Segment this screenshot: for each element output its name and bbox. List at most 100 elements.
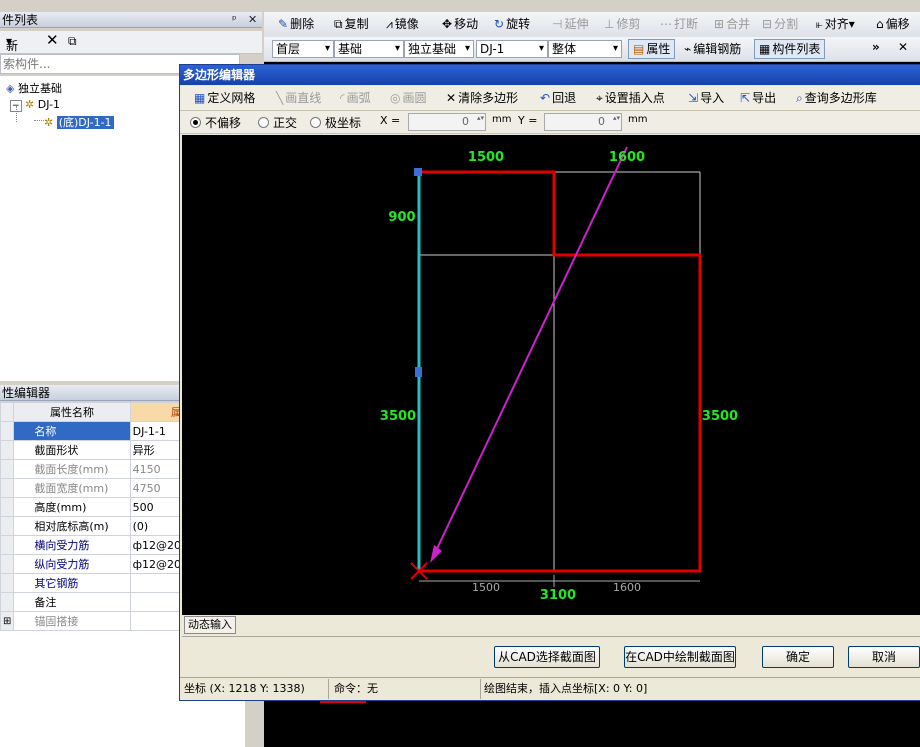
trim-button[interactable]: ⊥ 修剪 [604,15,640,32]
dim-bottom-right: 1600 [613,581,641,594]
polar-radio[interactable]: 极坐标 [310,114,361,131]
new-button[interactable]: 新建▾ [6,34,18,70]
x-label: X = [380,114,401,127]
property-name: 名称 [13,421,131,441]
vertex-handle-top[interactable] [414,168,422,176]
dim-left-top: 900 [388,210,415,225]
component-list-header: 件列表 ᵖ ✕ [0,12,262,28]
status-command: 命令：无 [334,682,378,695]
component-icon: ✲ [25,98,35,111]
property-name: 横向受力筋 [13,535,131,555]
component-select[interactable]: DJ-1 [476,40,548,58]
tree-item-dj1-1[interactable]: ✲ (底)DJ-1-1 [44,114,114,130]
type-select[interactable]: 独立基础 [404,40,474,58]
prop-header-name: 属性名称 [13,402,131,422]
ok-button[interactable]: 确定 [762,646,834,668]
split-button[interactable]: ⊟ 分割 [762,15,798,32]
category-select[interactable]: 基础 [334,40,404,58]
y-unit: mm [628,114,648,125]
canvas-polygon-fragment [320,701,366,703]
rotate-button[interactable]: ↻ 旋转 [494,15,530,32]
delete-icon[interactable]: ✕ [46,31,59,49]
dim-bottom-left: 1500 [472,581,500,594]
polygon-outline[interactable] [419,170,702,573]
dim-left: 3500 [380,409,416,424]
clear-polygon-button[interactable]: ✕ 清除多边形 [446,89,518,106]
draw-line-button[interactable]: ╲ 画直线 [276,89,321,106]
edit-rebar-button[interactable]: ⌁ 编辑钢筋 [684,40,741,57]
component-list-button[interactable]: ▦ 构件列表 [754,39,826,59]
copy-button[interactable]: ⧉ 复制 [334,15,369,32]
extend-button[interactable]: ⊣ 延伸 [552,15,588,32]
close-icon[interactable]: ✕ [898,40,908,54]
break-button[interactable]: ⋯ 打断 [660,15,698,32]
property-name: 高度(mm) [13,497,131,517]
property-name: 截面宽度(mm) [13,478,131,498]
foundation-icon: ◈ [6,82,15,95]
draw-in-cad-button[interactable]: 在CAD中绘制截面图 [624,646,736,668]
delete-button[interactable]: ✎ 删除 [278,15,314,32]
draw-arc-button[interactable]: ◜ 画弧 [340,89,371,106]
status-message: 绘图结束，插入点坐标[X: 0 Y: 0] [484,682,648,695]
property-name: 纵向受力筋 [13,554,131,574]
property-name: 截面长度(mm) [13,459,131,479]
draw-circle-button[interactable]: ◎ 画圆 [390,89,427,106]
pin-icon[interactable]: ᵖ [232,12,237,28]
x-coordinate-input[interactable]: 0 [408,113,486,131]
floor-select[interactable]: 首层 [272,40,334,58]
undo-button[interactable]: ↶ 回退 [540,89,576,106]
dimension-lines [419,575,700,587]
arrow-head [430,545,442,563]
dim-right: 3500 [702,409,738,424]
property-name: 备注 [13,592,131,612]
import-button[interactable]: ⇲ 导入 [688,89,724,106]
polygon-canvas[interactable]: 1500 1600 900 3500 3500 3100 1500 1600 [182,135,920,615]
overflow-chevron-icon[interactable]: » [872,40,880,54]
edit-toolbar: ✎ 删除 ⧉ 复制 ⩘ 镜像 ✥ 移动 ↻ 旋转 ⊣ 延伸 ⊥ 修剪 ⋯ 打断 ⊞ 合并 ⊟ 分割 … [264,12,920,38]
edge-midpoint-handle[interactable] [415,367,422,377]
dim-top-right: 1600 [609,150,645,165]
dialog-title: 多边形编辑器 [180,65,920,85]
property-name: 相对底标高(m) [13,516,131,536]
component-list-toolbar: 新建▾ ✕ ⧉ [0,31,262,70]
polygon-drawing: 1500 1600 900 3500 3500 3100 1500 1600 [380,146,738,603]
x-unit: mm [492,114,512,125]
property-editor-title: 性编辑器 [2,386,51,400]
set-insert-point-button[interactable]: ⌖ 设置插入点 [596,89,665,106]
copy-icon[interactable]: ⧉ [68,34,77,49]
property-name: 截面形状 [13,440,131,460]
no-offset-radio[interactable]: 不偏移 [190,114,241,131]
close-icon[interactable]: ✕ [248,12,257,28]
dynamic-input-tab[interactable]: 动态输入 [184,616,236,634]
query-library-button[interactable]: ⌕ 查询多边形库 [796,89,877,106]
component-icon: ✲ [44,116,54,129]
property-name: 锚固搭接 [13,611,131,631]
status-coordinates: 坐标 (X: 1218 Y: 1338) [184,682,305,695]
scope-select[interactable]: 整体 [548,40,622,58]
properties-button[interactable]: ▤ 属性 [628,39,676,59]
cancel-button[interactable]: 取消 [848,646,920,668]
offset-button[interactable]: ⌂ 偏移 [876,15,910,32]
dialog-toolbar: ▦ 定义网格 ╲ 画直线 ◜ 画弧 ◎ 画圆 ✕ 清除多边形 ↶ 回退 ⌖ 设置插入点 ⇲ 导入… [180,86,920,111]
mirror-button[interactable]: ⩘ 镜像 [386,15,419,32]
component-list-title: 件列表 [2,13,39,27]
ortho-radio[interactable]: 正交 [258,114,297,131]
select-from-cad-button[interactable]: 从CAD选择截面图 [494,646,600,668]
insert-point-arrow [433,146,628,556]
dim-top-left: 1500 [468,150,504,165]
export-button[interactable]: ⇱ 导出 [740,89,776,106]
y-label: Y = [518,114,538,127]
layer-toolbar: 首层 基础 独立基础 DJ-1 整体 ▤属性 ⌁编辑钢筋 ▦构件列表 » ✕ [264,37,920,62]
merge-button[interactable]: ⊞ 合并 [714,15,750,32]
property-name: 其它钢筋 [13,573,131,593]
move-button[interactable]: ✥ 移动 [442,15,478,32]
define-grid-button[interactable]: ▦ 定义网格 [194,89,255,106]
y-coordinate-input[interactable]: 0 [544,113,622,131]
tree-item-root[interactable]: ◈ 独立基础 [6,80,62,96]
expand-icon[interactable]: ⊞ [0,611,15,631]
snap-toolbar: 不偏移 正交 极坐标 X = 0 mm Y = 0 mm [180,111,920,134]
polygon-editor-dialog: 多边形编辑器 ▦ 定义网格 ╲ 画直线 ◜ 画弧 ◎ 画圆 ✕ 清除多边形 ↶ 回退 ⌖ 设置… [179,64,920,701]
align-button[interactable]: ⫦ 对齐▾ [816,15,855,32]
grid-lines [418,171,701,572]
dim-bottom-total: 3100 [540,588,576,603]
